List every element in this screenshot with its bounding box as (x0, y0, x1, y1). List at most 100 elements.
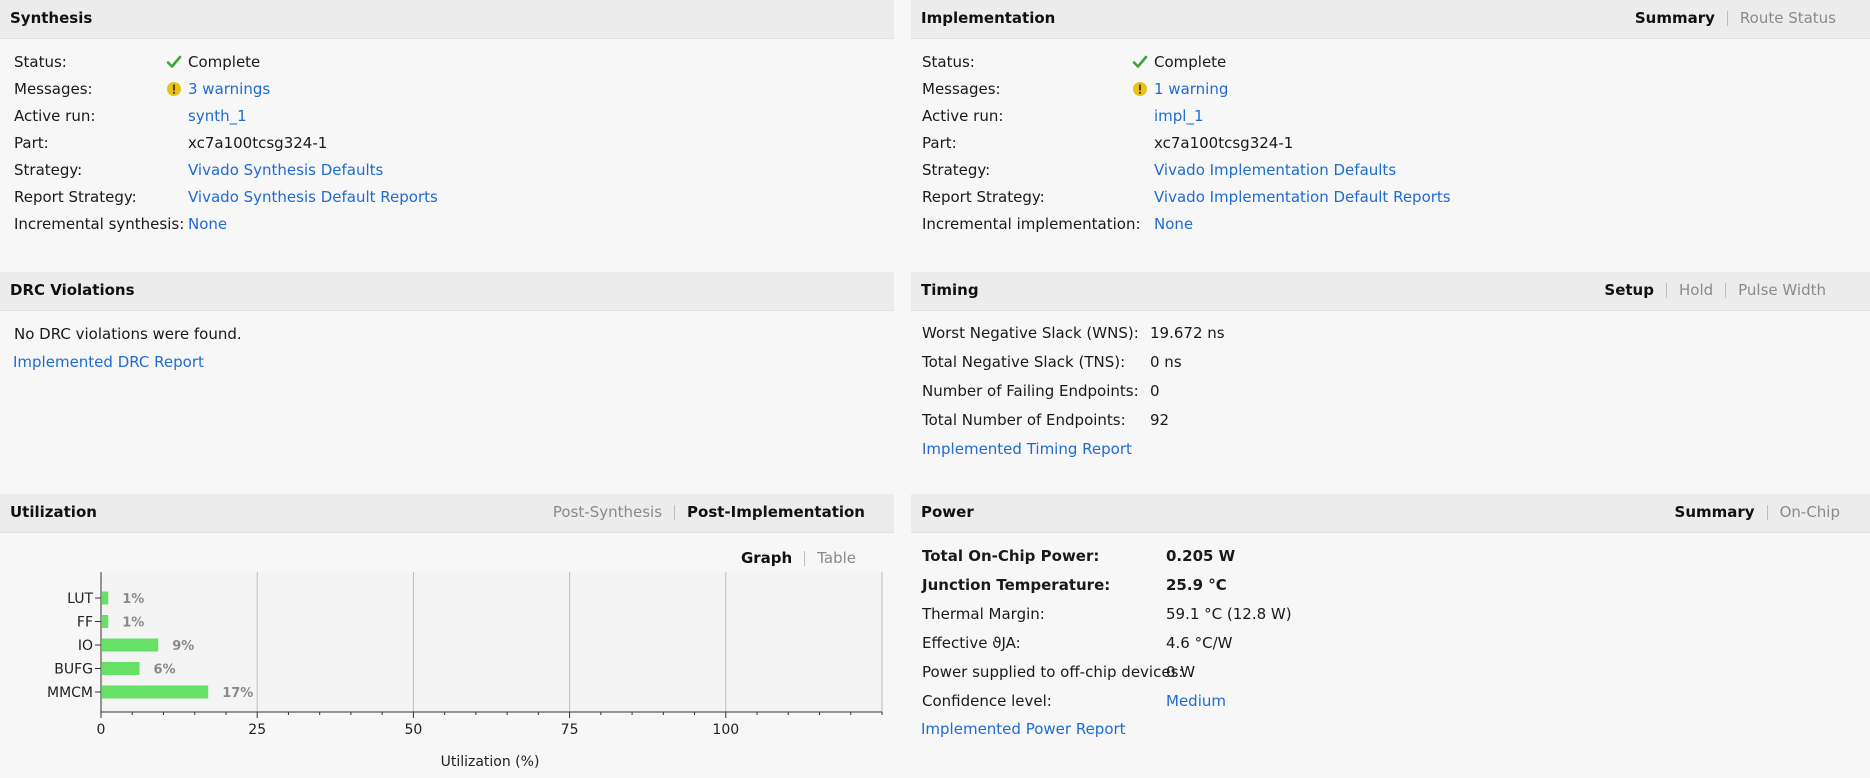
bar-bufg (102, 662, 140, 675)
timing-title: Timing (921, 281, 979, 299)
power-thermal-value: 59.1 °C (12.8 W) (1166, 605, 1292, 623)
power-offchip-label: Power supplied to off-chip devices: (922, 663, 1184, 681)
data-label: 1% (122, 616, 144, 631)
synth-report-strategy-link[interactable]: Vivado Synthesis Default Reports (188, 186, 438, 208)
impl-incremental-link[interactable]: None (1154, 213, 1193, 235)
tab-table[interactable]: Table (817, 549, 856, 567)
implementation-header: Implementation Summary Route Status (911, 0, 1870, 39)
tab-setup[interactable]: Setup (1604, 281, 1654, 299)
category-label: LUT (67, 591, 93, 607)
tab-divider (804, 550, 806, 566)
impl-strategy-link[interactable]: Vivado Implementation Defaults (1154, 159, 1396, 181)
warning-icon (165, 80, 183, 98)
tab-post-implementation[interactable]: Post-Implementation (687, 503, 865, 521)
synth-active-run-link[interactable]: synth_1 (188, 105, 247, 127)
power-header: Power Summary On-Chip (911, 494, 1870, 533)
impl-status-value: Complete (1154, 53, 1227, 71)
utilization-header: Utilization Post-Synthesis Post-Implemen… (0, 494, 894, 533)
power-total-value: 0.205 W (1166, 547, 1236, 565)
tab-summary[interactable]: Summary (1675, 503, 1755, 521)
bar-ff (102, 615, 109, 628)
impl-incremental-label: Incremental implementation: (922, 215, 1141, 233)
implementation-panel: Implementation Summary Route Status Stat… (911, 0, 1870, 260)
warning-icon (1131, 80, 1149, 98)
timing-wns-label: Worst Negative Slack (WNS): (922, 324, 1139, 342)
synthesis-header: Synthesis (0, 0, 894, 39)
synth-part-label: Part: (14, 134, 49, 152)
impl-active-run-link[interactable]: impl_1 (1154, 105, 1204, 127)
bar-mmcm (102, 685, 209, 699)
power-confidence-link[interactable]: Medium (1166, 690, 1226, 712)
drc-report-link[interactable]: Implemented DRC Report (13, 351, 204, 373)
category-label: FF (77, 615, 93, 631)
tab-graph[interactable]: Graph (741, 549, 792, 567)
synth-strategy-link[interactable]: Vivado Synthesis Defaults (188, 159, 383, 181)
bar-io (102, 638, 159, 652)
synth-status-label: Status: (14, 53, 67, 71)
category-label: MMCM (47, 685, 93, 701)
check-icon (1131, 53, 1149, 71)
power-junction-value: 25.9 °C (1166, 576, 1227, 594)
category-label: BUFG (54, 662, 93, 678)
drc-title: DRC Violations (10, 281, 135, 299)
synthesis-panel: Synthesis Status: Complete Messages: 3 w… (0, 0, 894, 260)
power-confidence-label: Confidence level: (922, 692, 1052, 710)
tab-divider (1726, 10, 1728, 26)
x-tick-label: 100 (712, 722, 739, 738)
utilization-title: Utilization (10, 503, 97, 521)
synth-strategy-label: Strategy: (14, 161, 83, 179)
data-label: 9% (172, 639, 194, 654)
synth-part-value: xc7a100tcsg324-1 (188, 134, 328, 152)
synth-incremental-label: Incremental synthesis: (14, 215, 185, 233)
power-offchip-value: 0 W (1166, 663, 1196, 681)
timing-failing-value: 0 (1150, 382, 1160, 400)
synth-warnings-link[interactable]: 3 warnings (188, 78, 270, 100)
power-theta-label: Effective ϑJA: (922, 634, 1021, 652)
impl-report-strategy-link[interactable]: Vivado Implementation Default Reports (1154, 186, 1451, 208)
timing-tns-value: 0 ns (1150, 353, 1182, 371)
timing-tns-label: Total Negative Slack (TNS): (922, 353, 1126, 371)
synth-report-strategy-label: Report Strategy: (14, 188, 137, 206)
power-junction-label: Junction Temperature: (922, 576, 1111, 594)
timing-endpoints-value: 92 (1150, 411, 1170, 429)
timing-panel: Timing Setup Hold Pulse Width Worst Nega… (911, 272, 1870, 482)
data-label: 1% (122, 592, 144, 607)
tab-pulse-width[interactable]: Pulse Width (1738, 281, 1826, 299)
impl-messages-label: Messages: (922, 80, 1001, 98)
tab-route-status[interactable]: Route Status (1740, 9, 1836, 27)
timing-wns-value: 19.672 ns (1150, 324, 1225, 342)
drc-header: DRC Violations (0, 272, 894, 311)
data-label: 17% (222, 686, 253, 701)
impl-part-value: xc7a100tcsg324-1 (1154, 134, 1294, 152)
tab-hold[interactable]: Hold (1679, 281, 1713, 299)
utilization-panel: Utilization Post-Synthesis Post-Implemen… (0, 494, 894, 778)
utilization-chart: 0 25 50 75 100 Utilization (%) LUT 1% FF 1% IO 9% BU… (47, 572, 883, 770)
power-title: Power (921, 503, 974, 521)
power-theta-value: 4.6 °C/W (1166, 634, 1233, 652)
timing-failing-label: Number of Failing Endpoints: (922, 382, 1139, 400)
tab-divider (1665, 282, 1667, 298)
synth-active-run-label: Active run: (14, 107, 96, 125)
impl-status-label: Status: (922, 53, 975, 71)
power-total-label: Total On-Chip Power: (922, 547, 1100, 565)
synthesis-title: Synthesis (10, 9, 93, 27)
x-tick-label: 25 (248, 722, 266, 738)
bar-lut (102, 591, 109, 605)
timing-report-link[interactable]: Implemented Timing Report (922, 438, 1132, 460)
drc-panel: DRC Violations No DRC violations were fo… (0, 272, 894, 482)
impl-active-run-label: Active run: (922, 107, 1004, 125)
category-label: IO (78, 638, 93, 654)
power-report-link[interactable]: Implemented Power Report (921, 718, 1126, 740)
tab-divider (1766, 504, 1768, 520)
drc-message: No DRC violations were found. (14, 325, 242, 343)
impl-warnings-link[interactable]: 1 warning (1154, 78, 1228, 100)
timing-endpoints-label: Total Number of Endpoints: (922, 411, 1126, 429)
synth-incremental-link[interactable]: None (188, 213, 227, 235)
x-tick-label: 75 (561, 722, 579, 738)
tab-on-chip[interactable]: On-Chip (1780, 503, 1840, 521)
power-thermal-label: Thermal Margin: (922, 605, 1045, 623)
tab-post-synthesis[interactable]: Post-Synthesis (553, 503, 662, 521)
tab-divider (1725, 282, 1727, 298)
timing-header: Timing Setup Hold Pulse Width (911, 272, 1870, 311)
tab-summary[interactable]: Summary (1635, 9, 1715, 27)
